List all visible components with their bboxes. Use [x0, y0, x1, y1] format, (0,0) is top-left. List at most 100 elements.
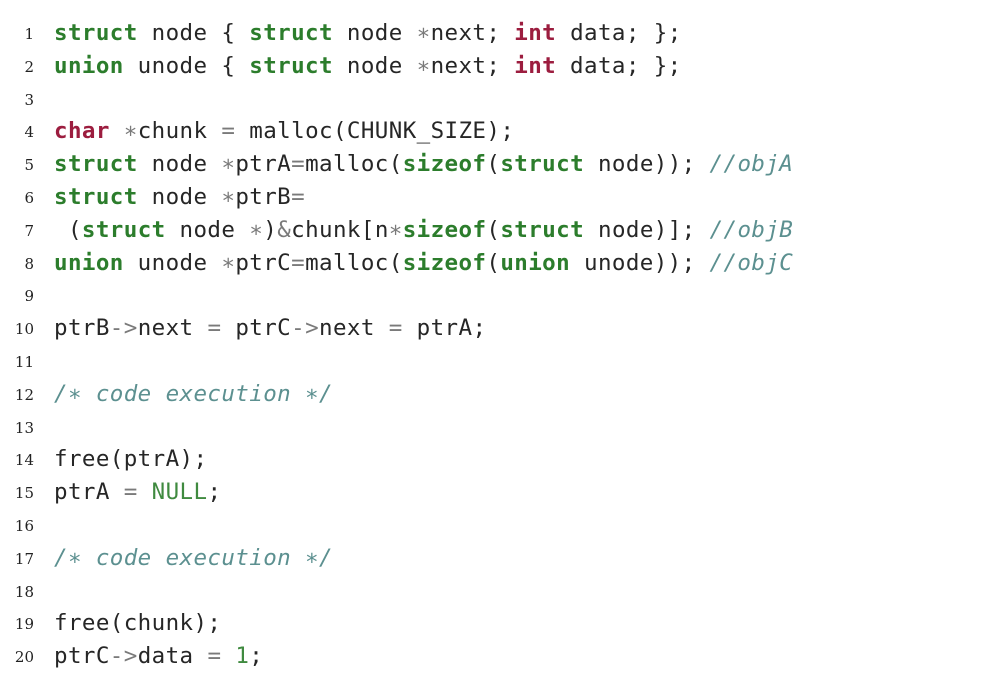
code-token-op: & — [277, 216, 292, 243]
line-number: 1 — [24, 25, 34, 43]
line-number: 19 — [14, 615, 34, 634]
line-number: 7 — [24, 221, 34, 240]
code-token-plain: free(chunk); — [54, 610, 222, 637]
line-number: 16 — [14, 516, 34, 535]
code-token-plain: free(ptrA); — [54, 446, 208, 473]
code-token-type: struct — [54, 151, 138, 178]
code-token-op: = — [207, 643, 222, 670]
code-token-plain: malloc( — [305, 249, 403, 276]
code-token-plain: data; }; — [556, 52, 682, 79]
code-line: 20 ptrC->data = 1; — [0, 639, 996, 672]
line-number: 11 — [14, 352, 34, 371]
code-text: ptrB->next = ptrC->next = ptrA; — [54, 311, 486, 345]
code-line: 15 ptrA = NULL; — [0, 475, 996, 508]
code-token-plain: next — [137, 315, 208, 342]
code-line: 16 — [0, 508, 996, 541]
line-number: 8 — [24, 254, 34, 273]
code-token-plain: next; — [430, 20, 515, 46]
line-number: 15 — [14, 484, 34, 503]
line-number: 13 — [14, 418, 34, 437]
code-text: union unode { struct node ∗next; int dat… — [54, 49, 682, 83]
code-token-plain: next; — [430, 52, 515, 79]
code-token-plain: node — [137, 183, 222, 210]
code-text: struct node ∗ptrA=malloc(sizeof(struct n… — [54, 147, 793, 181]
code-token-op: -> — [109, 315, 138, 342]
code-text: /∗ code execution ∗/ — [54, 377, 333, 411]
code-token-op: = — [291, 249, 306, 276]
code-text: ptrC->data = 1; — [54, 639, 263, 673]
code-token-plain: ptrC — [235, 249, 292, 276]
code-token-lit: 1 — [235, 643, 250, 670]
code-token-op: -> — [291, 315, 320, 342]
code-token-plain: node — [137, 151, 222, 178]
code-line: 8 union unode ∗ptrC=malloc(sizeof(union u… — [0, 246, 996, 279]
code-token-type: struct — [54, 183, 138, 210]
code-listing: 1 struct node { struct node ∗next; int da… — [0, 16, 996, 672]
code-token-plain: malloc(CHUNK_SIZE); — [235, 118, 515, 145]
code-line: 3 — [0, 82, 996, 115]
line-number: 6 — [24, 188, 34, 207]
line-number: 12 — [14, 385, 34, 404]
line-number: 18 — [14, 582, 34, 601]
line-number: 10 — [14, 320, 34, 339]
code-token-plain: node — [332, 20, 417, 46]
code-line: 13 — [0, 410, 996, 443]
code-text: /∗ code execution ∗/ — [54, 541, 333, 575]
code-token-plain: data — [137, 643, 208, 670]
code-token-type: sizeof — [402, 249, 487, 276]
code-token-type: struct — [500, 216, 585, 243]
code-token-op: = — [388, 315, 403, 342]
code-token-plain: ptrC — [54, 643, 110, 670]
code-token-op: ∗ — [388, 216, 403, 243]
line-number: 2 — [24, 57, 34, 76]
code-token-type: union — [54, 249, 124, 276]
code-token-op: = — [207, 315, 222, 342]
code-token-plain: node — [332, 52, 417, 79]
line-number: 3 — [24, 90, 34, 109]
code-token-op: = — [291, 183, 306, 210]
code-token-type: struct — [500, 151, 585, 178]
code-token-op: ∗ — [123, 118, 138, 145]
code-token-type: struct — [249, 52, 333, 79]
line-number: 17 — [14, 549, 34, 568]
code-line: 9 — [0, 278, 996, 311]
code-token-plain: ptrB — [235, 183, 292, 210]
code-token-plain: chunk[n — [291, 216, 389, 243]
code-token-prim: int — [514, 20, 557, 46]
code-token-plain: chunk — [137, 118, 222, 145]
code-token-plain: next — [319, 315, 389, 342]
code-token-plain: ( — [486, 249, 501, 276]
code-text: ptrA = NULL; — [54, 475, 221, 509]
code-line: 17 /∗ code execution ∗/ — [0, 541, 996, 574]
code-token-op: = — [291, 151, 306, 178]
code-token-comment: //objC — [709, 249, 794, 276]
code-token-comment: //objB — [709, 216, 794, 243]
code-line: 5 struct node ∗ptrA=malloc(sizeof(struct … — [0, 147, 996, 180]
code-line: 12 /∗ code execution ∗/ — [0, 377, 996, 410]
code-line: 18 — [0, 574, 996, 607]
code-token-op: ∗ — [221, 249, 236, 276]
code-token-plain: ptrC — [221, 315, 292, 342]
line-number: 9 — [24, 287, 34, 306]
code-token-plain: ) — [263, 216, 278, 243]
code-token-plain: node { — [137, 20, 250, 46]
code-token-op: ∗ — [416, 20, 431, 46]
code-token-comment: //objA — [709, 151, 794, 178]
code-line: 14 free(ptrA); — [0, 442, 996, 475]
code-token-prim: int — [514, 52, 557, 79]
code-token-type: sizeof — [402, 151, 487, 178]
code-token-type: sizeof — [402, 216, 487, 243]
code-token-plain: unode { — [123, 52, 250, 79]
code-line: 4 char ∗chunk = malloc(CHUNK_SIZE); — [0, 114, 996, 147]
code-text: (struct node ∗)&chunk[n∗sizeof(struct no… — [54, 213, 793, 247]
code-token-op: ∗ — [221, 151, 236, 178]
code-token-op: = — [123, 479, 138, 506]
code-text: union unode ∗ptrC=malloc(sizeof(union un… — [54, 246, 793, 280]
code-token-plain: node)]; — [584, 216, 710, 243]
code-line: 19 free(chunk); — [0, 606, 996, 639]
code-token-op: ∗ — [416, 52, 431, 79]
code-token-type: struct — [54, 20, 138, 46]
